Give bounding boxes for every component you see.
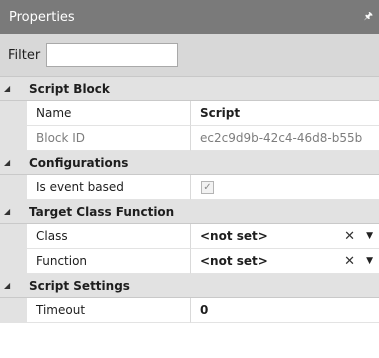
property-name: Timeout (27, 298, 191, 323)
collapse-triangle-icon[interactable]: ◢ (4, 158, 17, 167)
category-target-class-function[interactable]: ◢ Target Class Function (0, 200, 379, 224)
properties-panel: Properties 🖈 Filter ◢ Script Block Name … (0, 0, 379, 358)
property-row-block-id[interactable]: Block ID ec2c9d9b-42c4-46d8-b55b (0, 126, 379, 151)
property-name: Name (27, 101, 191, 126)
function-value-text: <not set> (200, 254, 268, 268)
category-label: Target Class Function (29, 204, 175, 219)
filter-input[interactable] (46, 43, 179, 67)
property-value-class[interactable]: <not set> ✕ ▼ (191, 224, 379, 249)
checkmark-icon: ✓ (203, 181, 212, 193)
property-name: Block ID (27, 126, 191, 151)
property-name: Class (27, 224, 191, 249)
category-label: Script Settings (29, 278, 130, 293)
filter-label: Filter (8, 47, 41, 63)
class-value-text: <not set> (200, 229, 268, 243)
panel-titlebar: Properties 🖈 (0, 0, 379, 34)
property-row-timeout[interactable]: Timeout 0 (0, 298, 379, 323)
property-value-name[interactable]: Script (191, 101, 379, 126)
property-grid: ◢ Script Block Name Script Block ID ec2c… (0, 76, 379, 323)
filter-bar: Filter (0, 34, 379, 76)
pin-icon[interactable]: 🖈 (364, 12, 373, 22)
dropdown-arrow-icon[interactable]: ▼ (366, 256, 373, 266)
property-value-block-id[interactable]: ec2c9d9b-42c4-46d8-b55b (191, 126, 379, 151)
panel-title: Properties (9, 9, 75, 25)
collapse-triangle-icon[interactable]: ◢ (4, 207, 17, 216)
property-value-function[interactable]: <not set> ✕ ▼ (191, 249, 379, 274)
dropdown-arrow-icon[interactable]: ▼ (366, 231, 373, 241)
property-row-class[interactable]: Class <not set> ✕ ▼ (0, 224, 379, 249)
category-script-settings[interactable]: ◢ Script Settings (0, 274, 379, 298)
clear-x-icon[interactable]: ✕ (344, 254, 355, 269)
category-label: Configurations (29, 155, 129, 170)
category-configurations[interactable]: ◢ Configurations (0, 151, 379, 175)
property-row-event-based[interactable]: Is event based ✓ (0, 175, 379, 200)
event-based-checkbox[interactable]: ✓ (201, 180, 214, 194)
clear-x-icon[interactable]: ✕ (344, 229, 355, 244)
property-row-name[interactable]: Name Script (0, 101, 379, 126)
collapse-triangle-icon[interactable]: ◢ (4, 281, 17, 290)
collapse-triangle-icon[interactable]: ◢ (4, 84, 17, 93)
property-value-event-based: ✓ (191, 175, 379, 200)
category-label: Script Block (29, 81, 110, 96)
property-name: Function (27, 249, 191, 274)
property-name: Is event based (27, 175, 191, 200)
category-script-block[interactable]: ◢ Script Block (0, 77, 379, 101)
property-value-timeout[interactable]: 0 (191, 298, 379, 323)
property-row-function[interactable]: Function <not set> ✕ ▼ (0, 249, 379, 274)
